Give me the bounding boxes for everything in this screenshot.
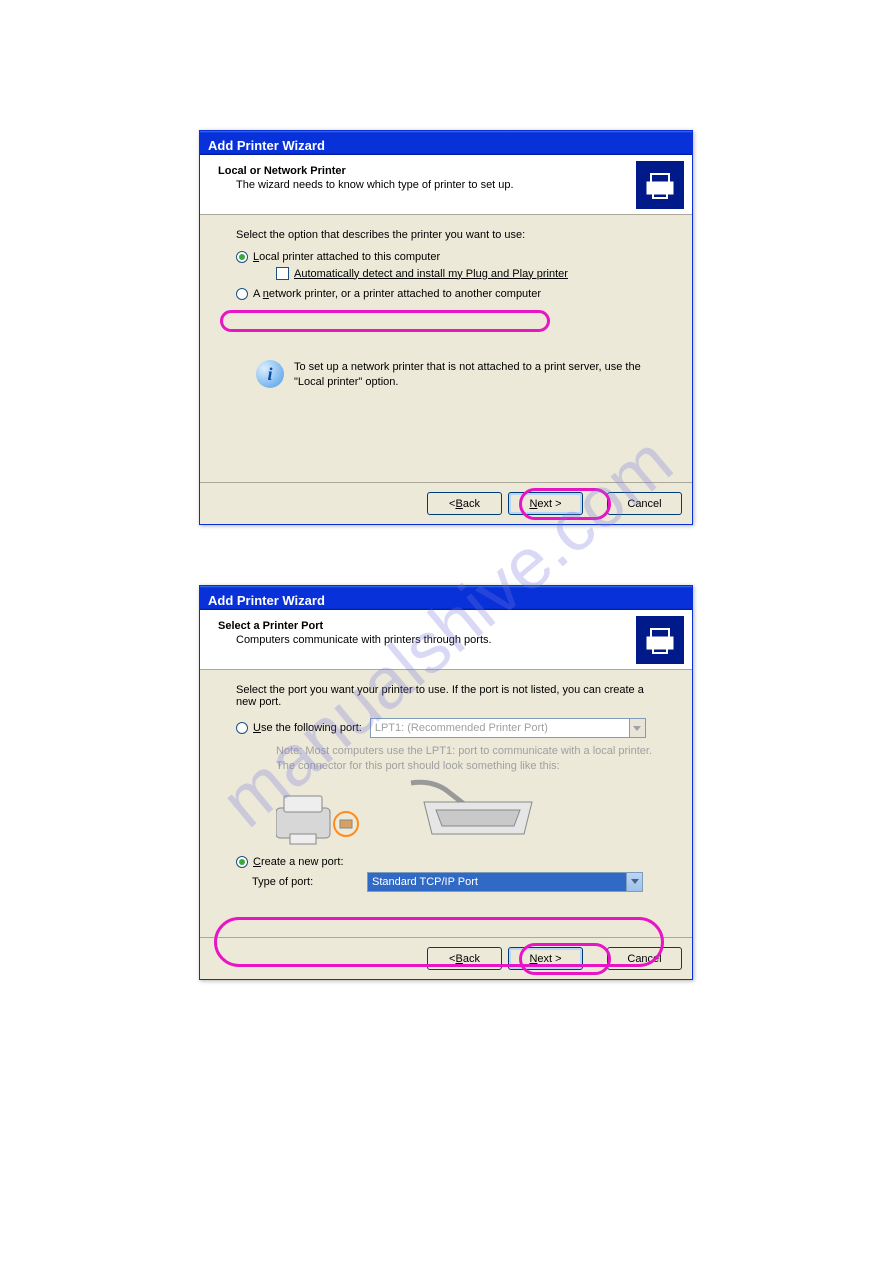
radio-icon — [236, 856, 248, 868]
add-printer-wizard-dialog-2: Add Printer Wizard Select a Printer Port… — [199, 585, 693, 980]
window-title: Add Printer Wizard — [208, 138, 325, 153]
port-type-row: Type of port: Standard TCP/IP Port — [252, 872, 656, 892]
checkbox-icon — [276, 267, 289, 280]
instruction-text: Select the option that describes the pri… — [236, 229, 656, 241]
back-button-post: ack — [463, 498, 480, 510]
back-button[interactable]: < Back — [427, 492, 502, 515]
back-button-post: ack — [463, 953, 480, 965]
port-type-select-value: Standard TCP/IP Port — [372, 876, 478, 888]
radio-local-printer-label: Local printer attached to this computer — [253, 251, 440, 263]
radio-icon — [236, 722, 248, 734]
radio-icon — [236, 251, 248, 263]
next-button-post: ext > — [537, 953, 561, 965]
radio-use-port[interactable]: Use the following port: — [236, 722, 362, 734]
port-note-line1: Note: Most computers use the LPT1: port … — [276, 744, 656, 759]
cancel-button[interactable]: Cancel — [607, 947, 682, 970]
info-icon: i — [256, 360, 284, 388]
cancel-button-label: Cancel — [627, 953, 661, 965]
port-select-disabled-value: LPT1: (Recommended Printer Port) — [375, 722, 548, 734]
wizard-footer: < Back Next > Cancel — [200, 482, 692, 524]
back-button-u: B — [455, 953, 462, 965]
next-button[interactable]: Next > — [508, 492, 583, 515]
checkbox-auto-detect[interactable]: Automatically detect and install my Plug… — [276, 267, 656, 280]
port-note-line2: The connector for this port should look … — [276, 759, 656, 774]
radio-network-printer-label: A network printer, or a printer attached… — [253, 288, 541, 300]
instruction-text: Select the port you want your printer to… — [236, 684, 656, 708]
chevron-down-icon[interactable] — [626, 873, 642, 891]
port-connector-diagram — [276, 778, 656, 850]
cancel-button[interactable]: Cancel — [607, 492, 682, 515]
radio-use-port-row: Use the following port: LPT1: (Recommend… — [236, 718, 656, 738]
port-select-disabled: LPT1: (Recommended Printer Port) — [370, 718, 646, 738]
back-button-u: B — [455, 498, 462, 510]
printer-icon — [636, 616, 684, 664]
checkbox-auto-detect-label: Automatically detect and install my Plug… — [294, 268, 568, 280]
info-panel: i To set up a network printer that is no… — [236, 360, 656, 390]
header-title: Local or Network Printer — [218, 165, 680, 177]
wizard-body: Select the option that describes the pri… — [200, 215, 692, 390]
window-title: Add Printer Wizard — [208, 593, 325, 608]
add-printer-wizard-dialog-1: Add Printer Wizard Local or Network Prin… — [199, 130, 693, 525]
radio-create-port[interactable]: Create a new port: — [236, 856, 656, 868]
cancel-button-label: Cancel — [627, 498, 661, 510]
next-button-u: N — [529, 498, 537, 510]
wizard-header: Local or Network Printer The wizard need… — [200, 155, 692, 215]
printer-icon — [636, 161, 684, 209]
info-text: To set up a network printer that is not … — [294, 360, 656, 390]
port-type-select[interactable]: Standard TCP/IP Port — [367, 872, 643, 892]
chevron-down-icon — [629, 719, 645, 737]
radio-network-printer[interactable]: A network printer, or a printer attached… — [236, 288, 656, 300]
titlebar[interactable]: Add Printer Wizard — [200, 131, 692, 155]
titlebar[interactable]: Add Printer Wizard — [200, 586, 692, 610]
header-title: Select a Printer Port — [218, 620, 680, 632]
next-button-u: N — [529, 953, 537, 965]
radio-icon — [236, 288, 248, 300]
wizard-header: Select a Printer Port Computers communic… — [200, 610, 692, 670]
wizard-footer: < Back Next > Cancel — [200, 937, 692, 979]
radio-use-port-label: Use the following port: — [253, 722, 362, 734]
port-type-label: Type of port: — [252, 876, 357, 888]
next-button[interactable]: Next > — [508, 947, 583, 970]
back-button[interactable]: < Back — [427, 947, 502, 970]
radio-local-printer[interactable]: Local printer attached to this computer — [236, 251, 656, 263]
next-button-post: ext > — [537, 498, 561, 510]
header-subtitle: Computers communicate with printers thro… — [236, 634, 680, 646]
annotation-highlight — [220, 310, 550, 332]
header-subtitle: The wizard needs to know which type of p… — [236, 179, 680, 191]
wizard-body: Select the port you want your printer to… — [200, 670, 692, 892]
radio-create-port-label: Create a new port: — [253, 856, 344, 868]
port-note: Note: Most computers use the LPT1: port … — [276, 744, 656, 774]
